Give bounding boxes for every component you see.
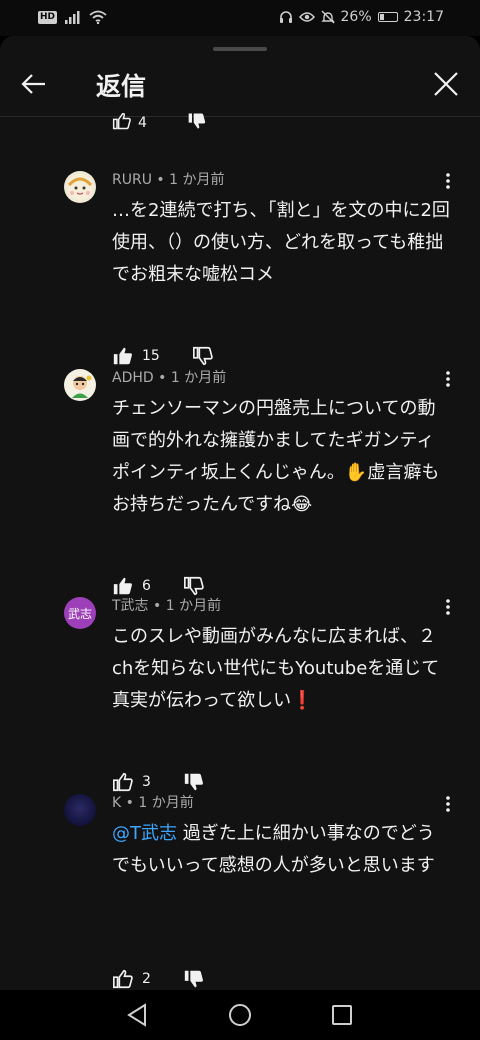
comment-time: 1 か月前 — [170, 370, 227, 386]
thumb-down-icon[interactable] — [183, 771, 205, 793]
comment-text: …を2連続で打ち、「割と」を文の中に2回使用、（）の使い方、どれを取っても稚拙で… — [112, 200, 450, 285]
comment-actions: 3 — [112, 770, 205, 794]
signal-icon — [65, 11, 80, 24]
replies-sheet: 返信 4 RURU • 1 か月前 …を2連続で打ち、「割と」を文の中に2回使用… — [0, 36, 480, 990]
author-name[interactable]: ADHD — [112, 370, 154, 386]
meta-separator: • — [148, 598, 166, 614]
thumb-up-icon[interactable] — [112, 968, 134, 990]
arrow-left-icon[interactable] — [18, 68, 50, 100]
system-nav-bar — [0, 990, 480, 1040]
comment-actions: 15 — [112, 344, 214, 368]
more-vertical-icon[interactable] — [440, 171, 456, 191]
comment-time: 1 か月前 — [165, 598, 222, 614]
hd-badge: HD — [38, 10, 58, 24]
author-name[interactable]: K — [112, 795, 121, 811]
nav-recents-icon[interactable] — [329, 1002, 355, 1028]
comment-meta: K • 1 か月前 — [112, 792, 194, 812]
mute-icon — [320, 10, 335, 24]
like-count: 15 — [142, 348, 160, 364]
battery-icon — [377, 12, 398, 22]
thumb-down-icon[interactable] — [192, 345, 214, 367]
comment-text: チェンソーマンの円盤売上についての動画で的外れな擁護かましてたギガンティポインテ… — [112, 398, 440, 515]
page-title: 返信 — [96, 72, 147, 101]
header-divider — [0, 116, 480, 117]
more-vertical-icon[interactable] — [440, 369, 456, 389]
like-count: 6 — [142, 578, 151, 594]
nav-home-icon[interactable] — [227, 1002, 253, 1028]
wifi-icon — [89, 10, 107, 24]
battery-percent: 26% — [340, 9, 372, 25]
avatar[interactable] — [64, 794, 96, 826]
drag-handle[interactable] — [213, 47, 267, 51]
avatar-initials: 武志 — [67, 606, 92, 621]
header: 返信 — [0, 56, 480, 112]
more-vertical-icon[interactable] — [440, 794, 456, 814]
avatar[interactable] — [64, 369, 96, 401]
like-count: 3 — [142, 774, 151, 790]
avatar[interactable] — [64, 171, 96, 203]
battery-fill — [379, 14, 384, 20]
headphones-icon — [279, 11, 292, 23]
like-count: 2 — [142, 971, 151, 987]
thumb-up-icon[interactable] — [112, 771, 134, 793]
like-count: 4 — [138, 115, 147, 131]
avatar[interactable]: 武志 — [64, 597, 96, 629]
thumb-up-icon[interactable] — [112, 345, 134, 367]
thumb-down-icon[interactable] — [187, 113, 207, 131]
comment-actions: 2 — [112, 967, 205, 990]
author-name[interactable]: T武志 — [112, 598, 149, 614]
status-left: HD — [38, 10, 107, 24]
close-icon[interactable] — [430, 68, 462, 100]
avatar-image — [67, 372, 93, 398]
avatar-image — [67, 174, 93, 200]
author-name[interactable]: RURU — [112, 172, 152, 188]
clock: 23:17 — [403, 9, 444, 25]
more-vertical-icon[interactable] — [440, 597, 456, 617]
comment-meta: ADHD • 1 か月前 — [112, 367, 226, 387]
thumb-up-icon[interactable] — [112, 575, 134, 597]
comment-meta: T武志 • 1 か月前 — [112, 595, 221, 615]
nav-back-icon[interactable] — [124, 1002, 150, 1028]
meta-separator: • — [153, 370, 171, 386]
comment-meta: RURU • 1 か月前 — [112, 169, 224, 189]
meta-separator: • — [121, 795, 139, 811]
thumb-up-icon[interactable] — [112, 113, 132, 131]
comment-text: @T武志 過ぎた上に細かい事なのでどうでもいいって感想の人が多いと思います — [112, 818, 450, 882]
meta-separator: • — [151, 172, 170, 188]
mention-link[interactable]: @T武志 — [112, 823, 177, 844]
thumb-down-icon[interactable] — [183, 968, 205, 990]
status-bar: HD 26% 23:17 — [0, 0, 480, 36]
comment-time: 1 か月前 — [138, 795, 194, 811]
comment-text: このスレや動画がみんなに広まれば、２chを知らない世代にもYoutubeを通じて… — [112, 626, 440, 711]
comment-time: 1 か月前 — [169, 172, 225, 188]
eye-comfort-icon — [298, 12, 315, 22]
previous-comment-actions: 4 — [112, 113, 232, 131]
thumb-down-icon[interactable] — [183, 575, 205, 597]
status-right: 26% 23:17 — [279, 9, 444, 25]
